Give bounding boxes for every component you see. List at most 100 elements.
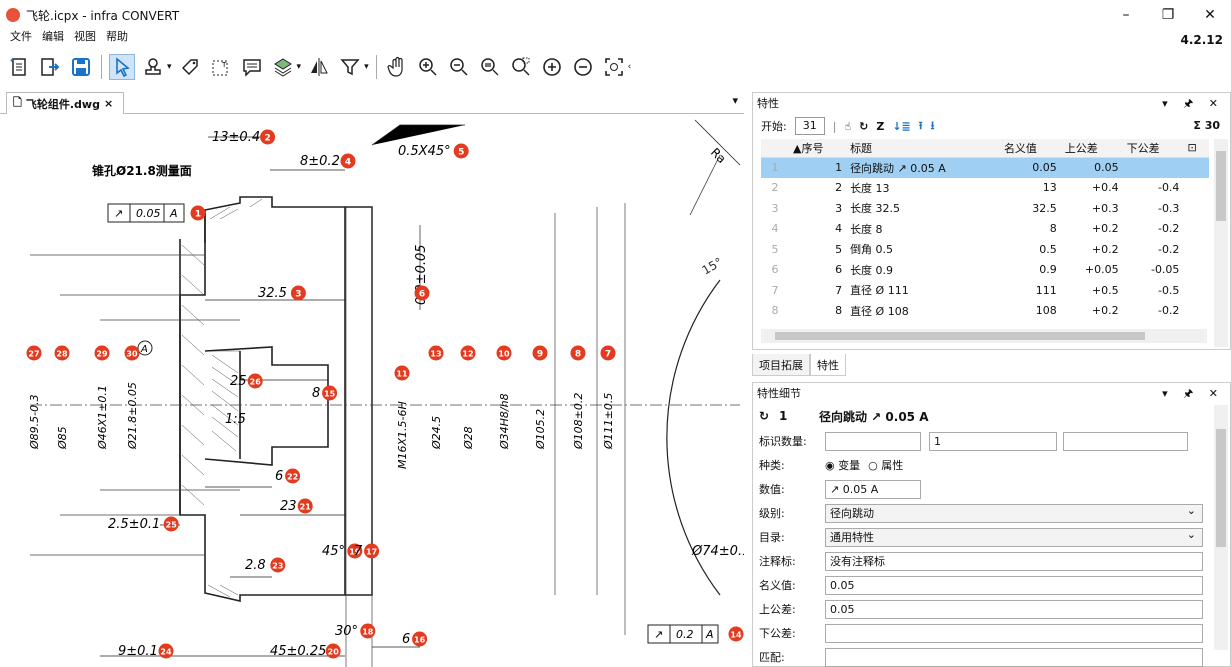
dimension-balloon[interactable]: 23 [270,557,286,573]
fcf-top[interactable]: ↗ 0.05 A [107,203,185,223]
import-button[interactable] [37,54,63,80]
value-field[interactable]: ↗ 0.05 A [825,479,921,499]
upper-field[interactable]: 0.05 [825,599,1203,619]
nominal-field[interactable]: 0.05 [825,575,1203,595]
move-down-icon[interactable]: ⭳ [931,117,935,136]
hand-pick-icon[interactable]: ☝ [844,120,851,133]
count-suffix-field[interactable] [1063,431,1188,451]
pan-button[interactable] [384,54,410,80]
tab-project-extension[interactable]: 项目拓展 [752,354,810,376]
match-field[interactable] [825,647,1203,667]
dimension-balloon[interactable]: 11 [394,365,410,381]
table-row[interactable]: 1 1 径向跳动 ↗ 0.05 A 0.05 0.05 [761,157,1209,178]
table-row[interactable]: 2 2 长度 13 13 +0.4 -0.4 [761,178,1209,199]
dimension-balloon[interactable]: 16 [412,631,428,647]
dimension-balloon[interactable]: 28 [54,345,70,361]
dimension-balloon[interactable]: 3 [290,285,306,301]
text-region-button[interactable]: T [208,54,234,80]
tab-list-dropdown-icon[interactable]: ▾ [732,94,738,107]
dimension-balloon[interactable]: 10 [496,345,512,361]
zoom-out-button[interactable] [446,54,472,80]
dimension-balloon[interactable]: 20 [325,643,341,659]
table-row[interactable]: 8 8 直径 Ø 108 108 +0.2 -0.2 [761,301,1209,322]
fit-page-button[interactable] [601,54,627,80]
dimension-balloon[interactable]: 22 [285,468,301,484]
dimension-balloon[interactable]: 18 [360,623,376,639]
table-row[interactable]: 5 5 倒角 0.5 0.5 +0.2 -0.2 [761,239,1209,260]
dimension-balloon[interactable]: 25 [163,516,179,532]
save-button[interactable] [68,54,94,80]
dimension-balloon[interactable]: 7 [600,345,616,361]
tag-tool-button[interactable] [177,54,203,80]
enlarge-button[interactable] [539,54,565,80]
renumber-icon[interactable]: ↻ [859,120,868,133]
sort-list-icon[interactable]: ↓≣ [892,120,910,133]
radio-attribute[interactable]: ○ 属性 [868,457,903,473]
dimension-balloon[interactable]: 13 [428,345,444,361]
catalog-select[interactable]: 通用特性 [825,526,1203,547]
mirror-button[interactable] [306,54,332,80]
menu-help[interactable]: 帮助 [106,28,128,46]
dimension-balloon[interactable]: 2 [260,129,276,145]
dimension-balloon[interactable]: 17 [364,543,380,559]
col-index[interactable] [761,139,789,158]
panel-controls[interactable]: ▾ 🖈 ✕ [1162,95,1224,114]
level-select[interactable]: 径向跳动 [825,502,1203,523]
table-vertical-scrollbar[interactable] [1214,139,1228,347]
tab-close-button[interactable]: × [104,97,113,110]
menu-view[interactable]: 视图 [74,28,96,46]
table-row[interactable]: 6 6 长度 0.9 0.9 +0.05 -0.05 [761,260,1209,281]
table-row[interactable]: 7 7 直径 Ø 111 111 +0.5 -0.5 [761,280,1209,301]
restore-button[interactable]: ❐ [1147,0,1189,30]
select-tool-button[interactable] [109,54,135,80]
menu-file[interactable]: 文件 [10,28,32,46]
note-field[interactable]: 没有注释标 [825,551,1203,571]
comment-button[interactable] [239,54,265,80]
zoom-window-button[interactable] [508,54,534,80]
dimension-balloon[interactable]: 6 [414,285,430,301]
dimension-balloon[interactable]: 29 [94,345,110,361]
menu-edit[interactable]: 编辑 [42,28,64,46]
fcf-bottom[interactable]: ↗ 0.2 A [647,624,719,644]
dimension-balloon[interactable]: 8 [570,345,586,361]
layers-button[interactable] [270,54,296,80]
col-lower[interactable]: 下公差 [1122,139,1184,158]
filter-dropdown-icon[interactable]: ▾ [364,62,369,72]
table-row[interactable]: 4 4 长度 8 8 +0.2 -0.2 [761,219,1209,240]
reduce-button[interactable] [570,54,596,80]
sort-z-icon[interactable]: Z [876,120,884,133]
zoom-fit-button[interactable] [477,54,503,80]
col-upper[interactable]: 上公差 [1060,139,1123,158]
layers-dropdown-icon[interactable]: ▾ [297,62,302,72]
radio-variable[interactable]: ◉ 变量 [825,457,860,473]
dimension-balloon[interactable]: 30 [124,345,140,361]
more-tools-icon[interactable]: ‹ [628,62,632,72]
dimension-balloon[interactable]: 26 [247,373,263,389]
lower-field[interactable] [825,623,1203,643]
panel-controls[interactable]: ▾ 🖈 ✕ [1162,385,1224,404]
minimize-button[interactable]: – [1105,0,1147,30]
dimension-balloon[interactable]: 15 [322,385,338,401]
new-project-button[interactable] [6,54,32,80]
move-up-icon[interactable]: ⭱ [919,117,923,136]
stamp-tool-button[interactable] [140,54,166,80]
dimension-balloon[interactable]: 1 [190,205,206,221]
close-button[interactable]: ✕ [1189,0,1231,30]
drawing-canvas[interactable]: Ra 15° 锥孔Ø21.8测量面 ↗ 0.05 A ↗ 0.2 A A 13±… [0,115,744,667]
dimension-balloon[interactable]: 9 [532,345,548,361]
start-number-input[interactable]: 31 [794,117,825,135]
dimension-balloon[interactable]: 27 [26,345,42,361]
col-number[interactable]: ▲序号 [789,139,847,158]
count-prefix-field[interactable] [825,431,921,451]
tab-properties[interactable]: 特性 [810,354,846,376]
col-title[interactable]: 标题 [846,139,1000,158]
dimension-balloon[interactable]: 4 [340,153,356,169]
table-row[interactable]: 3 3 长度 32.5 32.5 +0.3 -0.3 [761,198,1209,219]
stamp-dropdown-icon[interactable]: ▾ [167,62,172,72]
filter-button[interactable] [337,54,363,80]
dimension-balloon[interactable]: 5 [453,143,469,159]
dimension-balloon[interactable]: 24 [158,643,174,659]
count-field[interactable]: 1 [929,431,1057,451]
detail-scrollbar[interactable] [1214,405,1228,650]
zoom-in-button[interactable] [415,54,441,80]
